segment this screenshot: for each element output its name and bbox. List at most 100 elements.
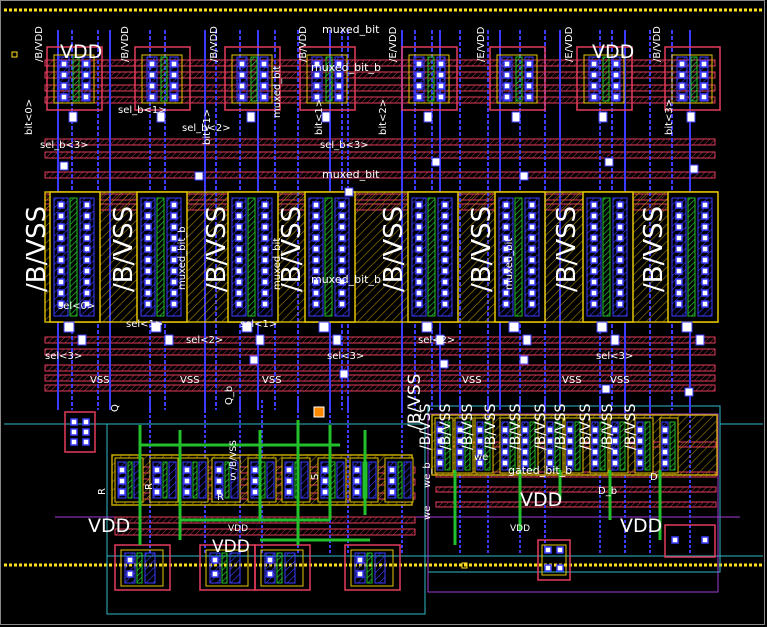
contact <box>83 289 91 297</box>
contact <box>285 488 293 496</box>
contact <box>148 60 156 68</box>
bvss-small-2: /B/VSS <box>460 403 476 450</box>
vdd-label-bottom-center: VDD <box>212 537 250 557</box>
contact <box>590 82 598 90</box>
via <box>77 334 87 346</box>
contact <box>415 201 423 209</box>
contact <box>235 234 243 242</box>
contact <box>82 418 90 426</box>
contact <box>700 71 708 79</box>
via <box>601 384 611 394</box>
contact <box>285 477 293 485</box>
contact <box>211 570 219 578</box>
sel-b3-mid-label: sel_b<3> <box>320 140 369 151</box>
mid-cell <box>494 191 546 346</box>
contact <box>701 256 709 264</box>
gate <box>247 197 256 317</box>
logic-cell <box>384 457 414 503</box>
bit1-label: bit<1> <box>314 99 325 135</box>
contact <box>700 93 708 101</box>
layout-canvas[interactable]: VDD VDD VDD VDD VDD VDD/B/VSS/B/VSS/B/VSS/B/V… <box>0 0 767 627</box>
contact <box>83 234 91 242</box>
contact <box>544 564 552 572</box>
contact <box>612 82 620 90</box>
contact <box>57 245 65 253</box>
active <box>266 461 275 499</box>
q-b-label: Q_b <box>224 386 235 405</box>
contact <box>312 256 320 264</box>
contact <box>238 71 246 79</box>
contact <box>312 289 320 297</box>
contact <box>441 278 449 286</box>
contact <box>82 93 90 101</box>
contact <box>82 438 90 446</box>
contact <box>701 201 709 209</box>
contact <box>235 212 243 220</box>
vss-label-2: VSS <box>262 375 282 386</box>
contact <box>611 459 619 467</box>
bottom-cell <box>344 544 401 591</box>
active <box>198 461 207 499</box>
tap-cell <box>537 539 571 581</box>
gate <box>602 197 611 317</box>
contact <box>335 82 343 90</box>
logic-cell <box>149 457 179 503</box>
contact <box>144 267 152 275</box>
contact <box>675 267 683 275</box>
contact <box>118 488 126 496</box>
contact <box>525 82 533 90</box>
contact <box>556 564 564 572</box>
bvss-small-5: /B/VSS <box>533 403 549 450</box>
contact <box>144 234 152 242</box>
contact <box>238 60 246 68</box>
gate <box>427 197 436 317</box>
bit1-small-label: bit<1> <box>202 109 213 145</box>
contact <box>70 418 78 426</box>
we-label: we <box>474 452 488 463</box>
contact <box>83 278 91 286</box>
contact <box>437 82 445 90</box>
contact <box>170 60 178 68</box>
via <box>339 369 349 379</box>
via <box>421 321 433 333</box>
contact <box>661 448 669 456</box>
contact <box>590 223 598 231</box>
via <box>246 111 256 123</box>
via <box>255 334 265 346</box>
contact <box>678 71 686 79</box>
bvss-small-4: /B/VSS <box>508 403 524 450</box>
d-label: D <box>650 472 658 483</box>
bit3-label: bit<3> <box>664 99 675 135</box>
contact <box>353 488 361 496</box>
gate <box>156 197 165 317</box>
gate <box>276 552 283 584</box>
contact <box>238 93 246 101</box>
contact <box>415 256 423 264</box>
r-label: R <box>97 488 108 495</box>
contact <box>144 300 152 308</box>
gate <box>324 197 333 317</box>
via <box>604 157 614 167</box>
contact <box>235 278 243 286</box>
via <box>68 111 78 123</box>
contact <box>590 71 598 79</box>
d-b-label: D_b <box>598 486 617 497</box>
logic-cell <box>281 457 311 503</box>
contact <box>215 477 223 485</box>
gate <box>427 56 435 102</box>
contact <box>261 267 269 275</box>
contact <box>356 570 364 578</box>
contact <box>260 60 268 68</box>
contact <box>312 245 320 253</box>
contact <box>675 289 683 297</box>
logic-cell <box>317 457 347 503</box>
via <box>423 111 433 123</box>
contact <box>590 300 598 308</box>
contact <box>148 93 156 101</box>
contact <box>261 256 269 264</box>
metal2-strap <box>44 138 716 146</box>
vdd-net-label-3: /B/VDD <box>298 26 309 62</box>
contact <box>321 488 329 496</box>
contact <box>616 289 624 297</box>
metal2-strap-right <box>435 486 717 493</box>
